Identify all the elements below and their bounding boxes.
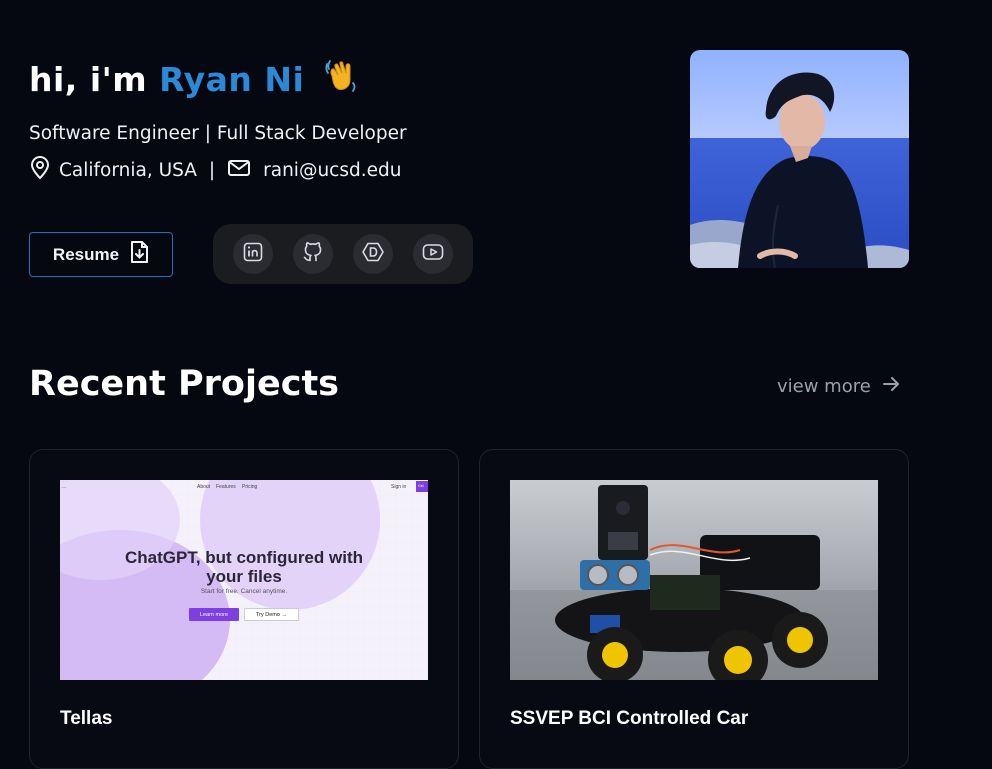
- youtube-button[interactable]: [413, 234, 453, 274]
- tellas-nav-cta: Get: [416, 481, 428, 492]
- tellas-nav-logo: ...: [62, 484, 67, 490]
- greeting-heading: hi, i'm Ryan Ni: [29, 56, 360, 102]
- linkedin-button[interactable]: [233, 234, 273, 274]
- github-button[interactable]: [293, 234, 333, 274]
- profile-photo: [690, 50, 909, 268]
- resume-label: Resume: [52, 244, 120, 264]
- linkedin-icon: [243, 242, 263, 267]
- resume-button[interactable]: Resume: [29, 232, 173, 277]
- tellas-nav-cta-label: Get: [418, 484, 424, 488]
- contact-separator: |: [208, 159, 216, 181]
- tellas-headline: ChatGPT, but configured with your files: [60, 548, 428, 586]
- tellas-screenshot: ... About Features Pricing Sign in Get C…: [60, 480, 428, 680]
- waving-hand-icon: [322, 56, 360, 102]
- hero-name: Ryan Ni: [159, 60, 305, 99]
- file-download-icon: [129, 240, 149, 269]
- tellas-nav-features: Features: [216, 484, 236, 490]
- project-title: Tellas: [60, 708, 113, 729]
- location-text: California, USA: [59, 159, 197, 181]
- project-card-tellas[interactable]: ... About Features Pricing Sign in Get C…: [29, 449, 459, 769]
- hero-subtitle: Software Engineer | Full Stack Developer: [29, 123, 407, 144]
- mail-icon: [227, 158, 251, 183]
- greeting-prefix: hi, i'm: [29, 60, 148, 99]
- section-title: Recent Projects: [29, 364, 340, 404]
- hero-section: hi, i'm Ryan Ni Software Engineer | Full…: [29, 50, 909, 290]
- devpost-button[interactable]: [353, 234, 393, 274]
- tellas-headline-line2: your files: [206, 567, 282, 586]
- contact-row: California, USA | rani@ucsd.edu: [29, 155, 401, 185]
- project-thumbnail: ... About Features Pricing Sign in Get C…: [60, 480, 428, 680]
- tellas-subtext: Start for free. Cancel anytime.: [200, 588, 288, 595]
- tellas-nav: ... About Features Pricing Sign in Get: [60, 480, 428, 494]
- tellas-nav-pricing: Pricing: [242, 484, 258, 490]
- social-links-bar: [213, 224, 473, 284]
- view-more-label: view more: [777, 376, 871, 397]
- view-more-link[interactable]: view more: [777, 374, 901, 399]
- tellas-nav-signin: Sign in: [391, 484, 407, 490]
- arrow-right-icon: [881, 374, 901, 399]
- github-icon: [302, 241, 324, 268]
- devpost-icon: [362, 241, 384, 268]
- tellas-try-demo: Try Demo →: [244, 608, 299, 621]
- tellas-nav-about: About: [197, 484, 211, 490]
- location-pin-icon: [29, 155, 51, 185]
- youtube-icon: [422, 242, 444, 267]
- email-link[interactable]: rani@ucsd.edu: [263, 160, 401, 181]
- tellas-headline-line1: ChatGPT, but configured with: [125, 548, 363, 567]
- project-thumbnail: [510, 480, 878, 680]
- robot-car-photo: [510, 480, 878, 680]
- project-title: SSVEP BCI Controlled Car: [510, 708, 749, 729]
- project-card-ssvep-car[interactable]: SSVEP BCI Controlled Car: [479, 449, 909, 769]
- tellas-learn-more: Learn more: [189, 608, 239, 621]
